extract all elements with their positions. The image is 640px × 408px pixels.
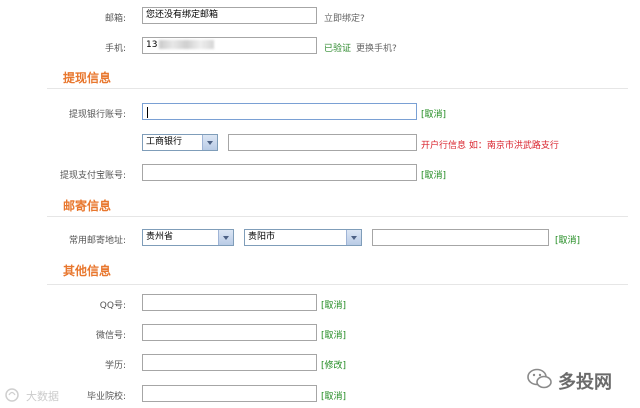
branch-input[interactable] [228,134,417,151]
watermark-left-text: 大数据 [26,390,59,403]
phone-verified-badge: 已验证 [324,44,352,54]
school-cancel-link[interactable]: [取消] [321,389,346,402]
watermark-left: 大数据 [4,386,84,404]
wechat-label: 微信号: [95,331,126,341]
phone-label: 手机: [104,44,126,54]
email-label: 邮箱: [104,14,126,24]
qq-input[interactable] [142,294,317,311]
address-cancel-link[interactable]: [取消] [555,233,580,246]
alipay-input[interactable] [142,164,417,181]
withdraw-section-title: 提现信息 [63,71,112,85]
wechat-cancel-link[interactable]: [取消] [321,328,346,341]
section-divider [47,88,628,89]
phone-value: 13 [146,40,158,50]
address-label: 常用邮寄地址: [68,236,126,246]
chevron-down-icon[interactable] [202,135,217,150]
change-phone-link[interactable]: 更换手机? [356,41,397,54]
province-select-value: 贵州省 [146,232,174,242]
alipay-label: 提现支付宝账号: [59,171,126,181]
address-detail-input[interactable] [372,229,549,246]
watermark-right: 多投网 [526,365,636,395]
wechat-input[interactable] [142,324,317,341]
bank-account-label: 提现银行账号: [68,110,126,120]
city-select[interactable]: 贵阳市 [244,229,362,246]
education-input[interactable] [142,354,317,371]
other-section-title: 其他信息 [63,264,112,278]
masked-phone-digits [159,40,215,49]
watermark-right-text: 多投网 [558,372,612,393]
qq-cancel-link[interactable]: [取消] [321,298,346,311]
province-select[interactable]: 贵州省 [142,229,234,246]
text-caret [147,107,148,118]
section-divider [47,216,628,217]
section-divider [47,284,628,285]
qq-label: QQ号: [99,301,126,311]
branch-hint: 开户行信息 如：南京市洪武路支行 [421,141,559,151]
phone-field[interactable]: 13 [142,37,317,54]
education-edit-link[interactable]: [修改] [321,358,346,371]
bank-select[interactable]: 工商银行 [142,134,218,151]
mailing-section-title: 邮寄信息 [63,199,112,213]
city-select-value: 贵阳市 [248,232,276,242]
email-field[interactable]: 您还没有绑定邮箱 [142,7,317,24]
education-label: 学历: [104,361,126,371]
wechat-icon [527,368,552,389]
bank-account-cancel-link[interactable]: [取消] [421,107,446,120]
bank-account-input[interactable] [142,103,417,120]
chevron-down-icon[interactable] [346,230,361,245]
school-input[interactable] [142,385,317,402]
bind-email-link[interactable]: 立即绑定? [324,11,365,24]
alipay-cancel-link[interactable]: [取消] [421,168,446,181]
chevron-down-icon[interactable] [218,230,233,245]
bank-select-value: 工商银行 [146,137,183,147]
